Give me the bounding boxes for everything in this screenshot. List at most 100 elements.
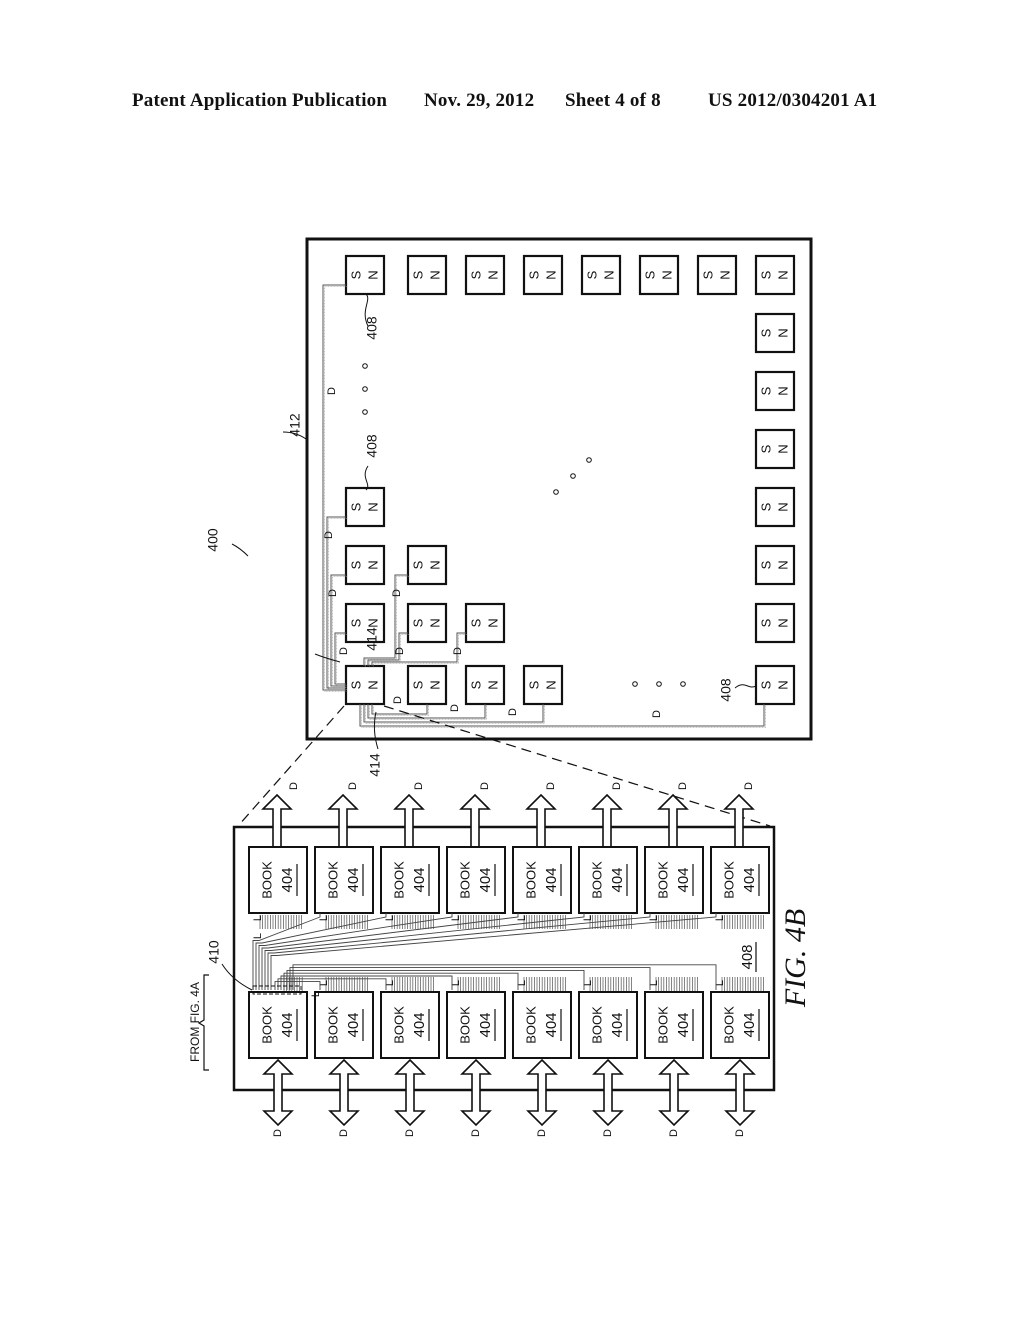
book-upper-4: BOOK 404 <box>512 846 572 914</box>
book-ref: 404 <box>741 1012 758 1037</box>
book-ref: 404 <box>411 1012 428 1037</box>
book-label: BOOK <box>457 861 472 899</box>
book-ref: 404 <box>543 867 560 892</box>
book-upper-0: BOOK 404 <box>248 846 308 914</box>
book-label: BOOK <box>589 1006 604 1044</box>
bus-lower-3 <box>280 975 453 990</box>
node-top-1: SN <box>406 254 448 296</box>
book-lower-5: BOOK 404 <box>578 991 638 1059</box>
figure-4b-drawing: S N S N S N S N S N S N S N S NS NS NS NS NS NS NS NS NS N S NS N S N… <box>188 237 813 1137</box>
node-s-label: S <box>758 618 773 627</box>
node-n-label: N <box>543 680 558 689</box>
l-label-upper-0: L <box>252 915 264 921</box>
node-s-label: S <box>758 502 773 511</box>
arrow-lower-3 <box>460 1058 492 1127</box>
node-s-label: S <box>410 270 425 279</box>
wire-bottom-right-shadow <box>361 705 766 728</box>
book-upper-2: BOOK 404 <box>380 846 440 914</box>
book-ref: 404 <box>609 867 626 892</box>
book-label: BOOK <box>325 1006 340 1044</box>
l-label-module: L <box>252 933 264 939</box>
d-label-lower-2: D <box>404 1129 416 1137</box>
node-cluster-b: SN <box>344 544 386 586</box>
d-label-lower-5: D <box>602 1129 614 1137</box>
leader-400 <box>231 543 249 557</box>
link-d-label-4: D <box>338 647 350 655</box>
node-s-label: S <box>348 502 363 511</box>
d-label-lower-0: D <box>272 1129 284 1137</box>
book-label: BOOK <box>721 861 736 899</box>
node-grid: S N S N S N S N S N S N S N S NS NS NS NS NS NS NS NS NS N S NS N S N… <box>344 254 796 706</box>
node-n-label: N <box>485 618 500 627</box>
book-ref: 404 <box>279 1012 296 1037</box>
wire-bottom-2-shadow <box>369 705 487 720</box>
book-grid: BOOK 404 D L BOOK 404 D BOOK 404 D L BOOK 404 D L BOOK 4… <box>188 782 812 1137</box>
book-lower-2: BOOK 404 <box>380 991 440 1059</box>
ellipsis-diag-0 <box>553 489 559 495</box>
ref-408-mid: 408 <box>364 434 380 458</box>
node-s-label: S <box>700 270 715 279</box>
arrow-lower-7 <box>724 1058 756 1127</box>
node-top-3: SN <box>522 254 564 296</box>
d-label-lower-6: D <box>668 1129 680 1137</box>
node-hub: SN <box>344 664 386 706</box>
d-label-upper-2: D <box>413 782 425 790</box>
node-bottom-2: SN <box>464 664 506 706</box>
node-top-0: SN <box>344 254 386 296</box>
book-lower-3: BOOK 404 <box>446 991 506 1059</box>
node-s-label: S <box>584 270 599 279</box>
node-n-label: N <box>365 618 380 627</box>
book-label: BOOK <box>325 861 340 899</box>
node-n-label: N <box>775 328 790 337</box>
book-lower-6: BOOK 404 <box>644 991 704 1059</box>
wire-a <box>326 516 346 689</box>
book-label: BOOK <box>457 1006 472 1044</box>
d-label-lower-7: D <box>734 1129 746 1137</box>
node-top-6: SN <box>696 254 738 296</box>
node-n-label: N <box>365 680 380 689</box>
link-d-label-9: D <box>507 708 519 716</box>
link-d-label-7: D <box>392 696 404 704</box>
d-label-upper-5: D <box>611 782 623 790</box>
node-n-label: N <box>775 502 790 511</box>
book-label: BOOK <box>655 1006 670 1044</box>
link-d-label-10: D <box>651 710 663 718</box>
book-ref: 404 <box>345 867 362 892</box>
node-right-1: SN <box>754 370 796 412</box>
ellipsis-bottom-2 <box>680 681 686 687</box>
node-s-label: S <box>348 270 363 279</box>
node-top-7: SN <box>754 254 796 296</box>
node-s-label: S <box>468 270 483 279</box>
d-label-upper-0: D <box>288 782 300 790</box>
d-label-lower-4: D <box>536 1129 548 1137</box>
book-upper-7: BOOK 404 <box>710 846 770 914</box>
node-n-label: N <box>717 270 732 279</box>
d-label-lower-3: D <box>470 1129 482 1137</box>
l-label-hub: L <box>310 991 322 997</box>
ref-400: 400 <box>205 528 221 552</box>
book-ref: 404 <box>411 867 428 892</box>
ellipsis-diag-1 <box>570 473 576 479</box>
node-s-label: S <box>642 270 657 279</box>
link-d-label-8: D <box>449 704 461 712</box>
book-ref: 404 <box>279 867 296 892</box>
node-cluster-e: SN <box>406 602 448 644</box>
d-label-upper-1: D <box>347 782 359 790</box>
book-ref: 404 <box>609 1012 626 1037</box>
arrow-lower-2 <box>394 1058 426 1127</box>
d-label-upper-7: D <box>743 782 755 790</box>
book-lower-0: BOOK 404 <box>248 991 308 1059</box>
node-s-label: S <box>348 560 363 569</box>
book-label: BOOK <box>259 861 274 899</box>
book-ref: 404 <box>543 1012 560 1037</box>
node-s-label: S <box>410 618 425 627</box>
node-n-label: N <box>775 270 790 279</box>
node-s-label: S <box>468 680 483 689</box>
node-n-label: N <box>485 270 500 279</box>
link-d-label-5: D <box>394 647 406 655</box>
node-top-4: SN <box>580 254 622 296</box>
wire-bottom-1 <box>371 704 428 715</box>
ref-408-module: 408 <box>739 944 756 969</box>
ref-414-top: 414 <box>364 627 380 651</box>
book-label: BOOK <box>721 1006 736 1044</box>
